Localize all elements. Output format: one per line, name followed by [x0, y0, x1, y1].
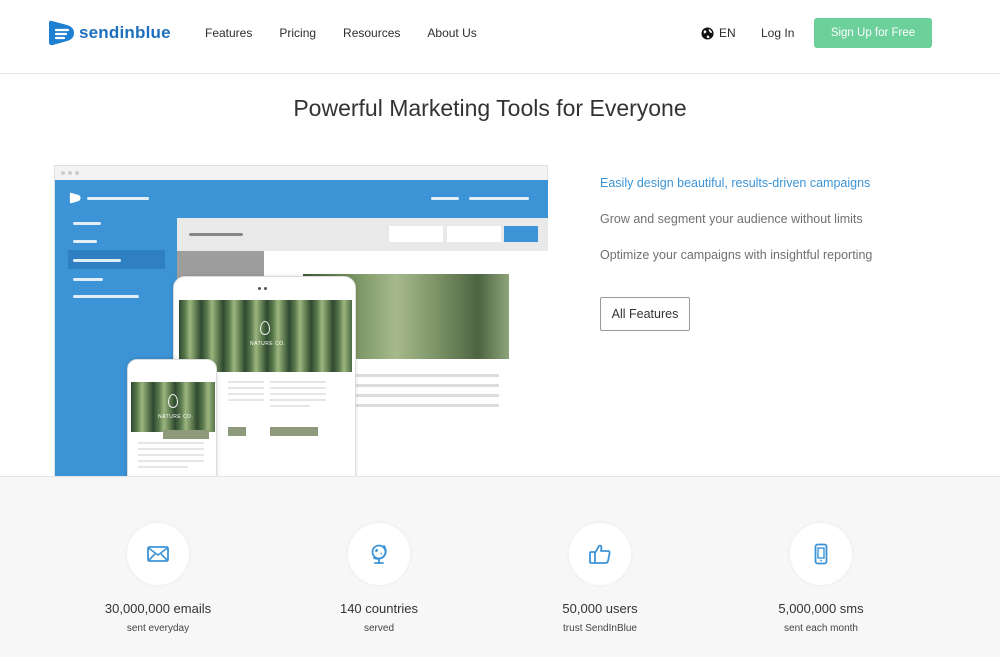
app-topbar — [55, 180, 548, 218]
stat-users: 50,000 users trust SendInBlue — [500, 523, 700, 634]
stat-number: 50,000 users — [562, 601, 638, 616]
leaf-icon — [168, 394, 178, 408]
placeholder-line — [228, 387, 264, 389]
placeholder-line — [189, 233, 243, 236]
stat-sms: 5,000,000 sms sent each month — [721, 523, 921, 634]
placeholder-line — [355, 384, 499, 387]
placeholder-line — [355, 404, 499, 407]
site-header: sendinblue Features Pricing Resources Ab… — [0, 0, 1000, 74]
placeholder-button — [504, 226, 538, 242]
stat-caption: sent each month — [784, 623, 858, 634]
language-selector[interactable]: EN — [701, 26, 736, 40]
placeholder-button — [228, 427, 246, 436]
placeholder-box — [447, 226, 501, 242]
placeholder-line — [270, 393, 326, 395]
nav-features[interactable]: Features — [205, 26, 252, 40]
feature-grow[interactable]: Grow and segment your audience without l… — [600, 212, 863, 226]
placeholder-line — [355, 374, 499, 377]
stat-icon-circle — [790, 523, 852, 585]
stats-section: 30,000,000 emails sent everyday 140 coun… — [0, 476, 1000, 657]
main-nav: Features Pricing Resources About Us — [205, 26, 504, 40]
stat-icon-circle — [127, 523, 189, 585]
login-link[interactable]: Log In — [761, 26, 794, 40]
placeholder-line — [73, 259, 121, 262]
browser-window-dots — [55, 166, 547, 180]
placeholder-line — [73, 222, 101, 225]
placeholder-line — [87, 197, 149, 200]
globe-icon — [701, 26, 714, 40]
placeholder-line — [270, 387, 326, 389]
placeholder-button — [270, 427, 318, 436]
placeholder-line — [228, 399, 264, 401]
stat-caption: sent everyday — [126, 623, 190, 634]
placeholder-line — [355, 394, 499, 397]
placeholder-line — [270, 381, 326, 383]
brand-label: NATURE CO. — [158, 414, 194, 420]
nav-pricing[interactable]: Pricing — [279, 26, 316, 40]
stat-caption: served — [363, 623, 394, 634]
sendinblue-logo-icon — [49, 20, 74, 46]
globe-icon — [371, 544, 387, 564]
placeholder-line — [138, 454, 204, 456]
brand-label: NATURE CO. — [250, 341, 286, 347]
feature-optimize[interactable]: Optimize your campaigns with insightful … — [600, 248, 872, 262]
placeholder-line — [73, 240, 97, 243]
placeholder-line — [228, 381, 264, 383]
placeholder-line — [270, 405, 310, 407]
app-logo-icon — [69, 192, 81, 204]
page-title: Powerful Marketing Tools for Everyone — [293, 95, 687, 121]
stat-number: 140 countries — [339, 601, 419, 616]
mobile-phone-icon — [814, 543, 828, 565]
camera-dots — [258, 287, 267, 290]
placeholder-line — [138, 448, 204, 450]
placeholder-line — [73, 278, 103, 281]
leaf-icon — [260, 321, 270, 335]
placeholder-line — [138, 460, 204, 462]
editor-toolbar — [177, 218, 548, 251]
phone-mockup: NATURE CO. — [127, 359, 217, 476]
stat-emails: 30,000,000 emails sent everyday — [58, 523, 258, 634]
nav-about-us[interactable]: About Us — [427, 26, 476, 40]
stat-number: 30,000,000 emails — [104, 601, 212, 616]
stat-number: 5,000,000 sms — [778, 601, 864, 616]
stat-caption: trust SendInBlue — [563, 623, 637, 634]
placeholder-line — [270, 399, 326, 401]
envelope-icon — [147, 546, 169, 562]
stat-icon-circle — [348, 523, 410, 585]
placeholder-line — [138, 466, 188, 468]
stat-icon-circle — [569, 523, 631, 585]
signup-button[interactable]: Sign Up for Free — [814, 18, 932, 48]
logo[interactable]: sendinblue — [47, 19, 171, 47]
product-illustration: NATURE CO. NATURE CO. — [54, 165, 548, 476]
placeholder-line — [431, 197, 459, 200]
placeholder-box — [389, 226, 443, 242]
placeholder-button — [163, 430, 209, 439]
stat-countries: 140 countries served — [279, 523, 479, 634]
nav-resources[interactable]: Resources — [343, 26, 400, 40]
logo-text: sendinblue — [79, 23, 171, 42]
placeholder-line — [469, 197, 529, 200]
feature-design[interactable]: Easily design beautiful, results-driven … — [600, 176, 870, 190]
placeholder-line — [138, 442, 204, 444]
thumbs-up-icon — [589, 544, 611, 564]
all-features-button[interactable]: All Features — [600, 297, 690, 331]
language-label: EN — [719, 26, 736, 40]
placeholder-line — [228, 393, 264, 395]
placeholder-line — [73, 295, 139, 298]
browser-mockup: NATURE CO. NATURE CO. — [54, 165, 548, 476]
